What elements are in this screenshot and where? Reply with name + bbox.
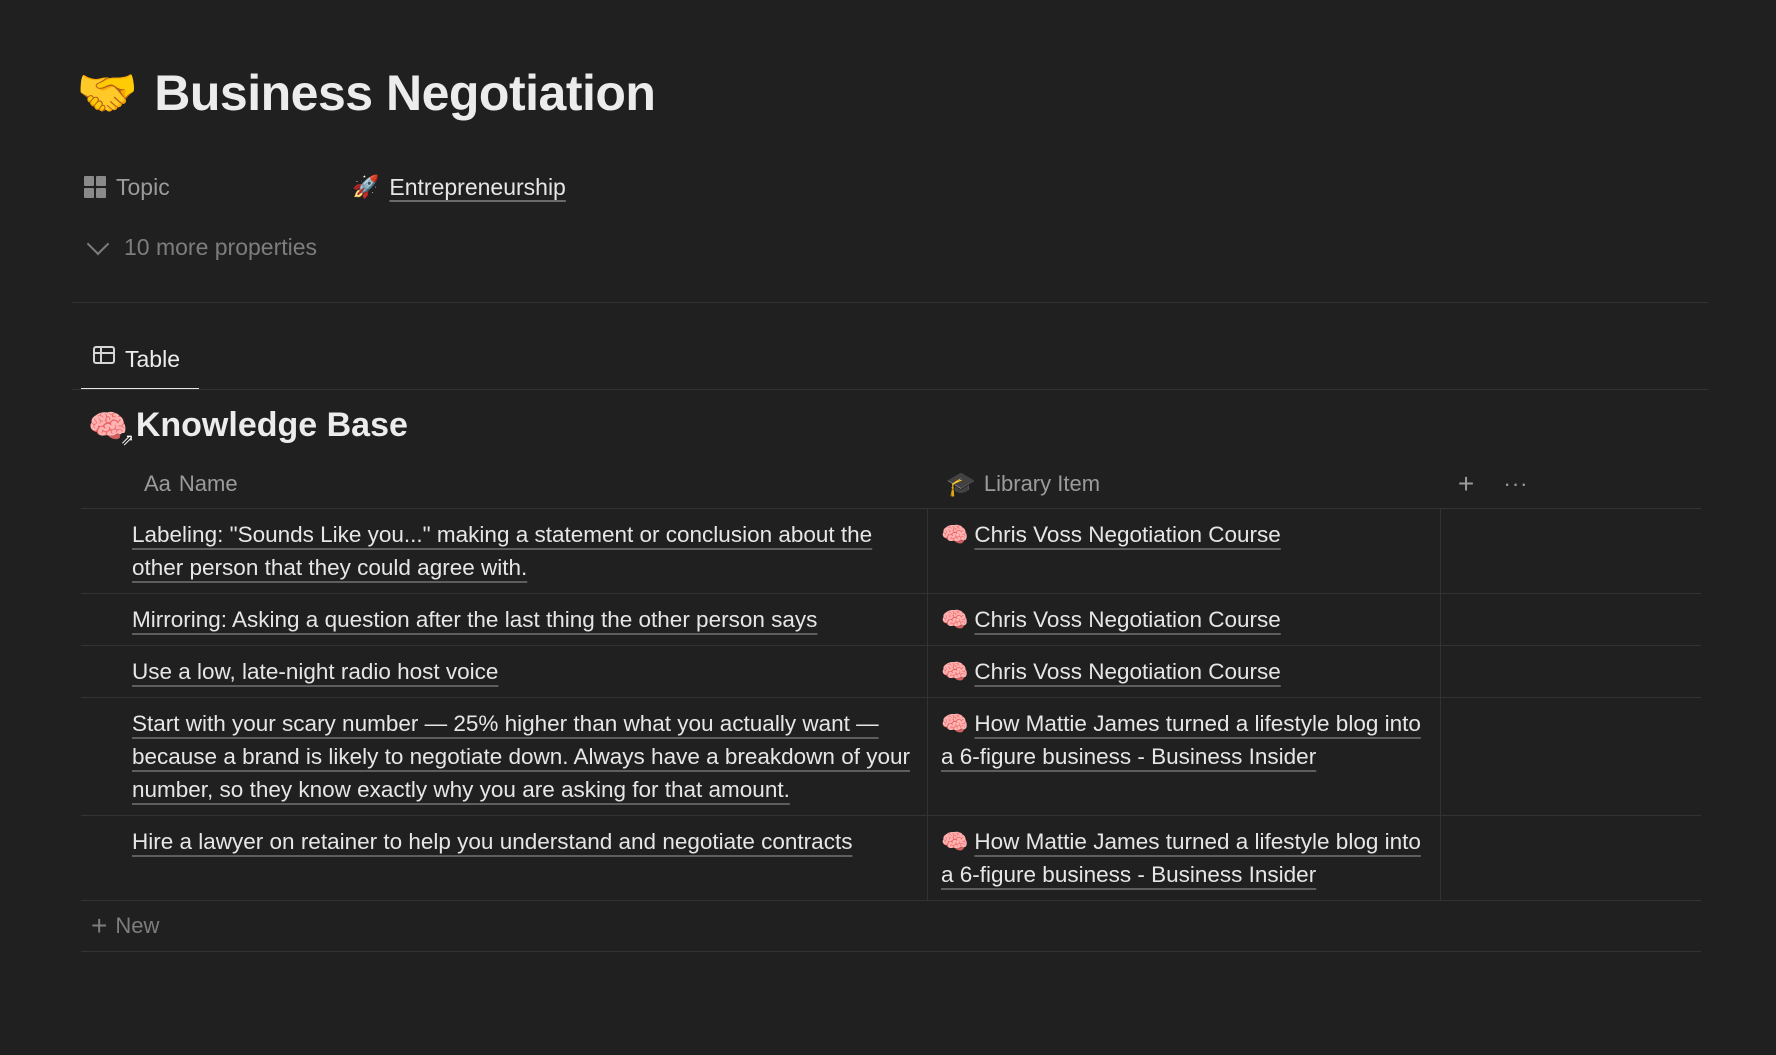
handshake-icon[interactable]: 🤝	[76, 68, 138, 118]
tab-divider	[72, 389, 1708, 390]
cell-name[interactable]: Start with your scary number — 25% highe…	[81, 698, 928, 815]
rocket-icon: 🚀	[352, 174, 380, 199]
cell-empty	[1441, 698, 1701, 815]
tab-table-label: Table	[125, 346, 180, 372]
library-link[interactable]: Chris Voss Negotiation Course	[974, 607, 1280, 632]
row-name[interactable]: Mirroring: Asking a question after the l…	[132, 607, 817, 632]
tab-table[interactable]: Table	[81, 338, 199, 390]
column-library-label: Library Item	[983, 471, 1101, 496]
cell-empty	[1441, 509, 1701, 593]
column-header-library[interactable]: 🎓 Library Item	[928, 470, 1441, 499]
row-name[interactable]: Labeling: "Sounds Like you..." making a …	[132, 522, 872, 580]
cell-empty	[1441, 646, 1701, 697]
brain-icon: 🧠	[941, 607, 969, 632]
more-options-icon[interactable]: ···	[1491, 471, 1541, 497]
property-label-topic[interactable]: Topic	[116, 174, 352, 201]
database-title[interactable]: 🧠 ⇗ Knowledge Base	[88, 406, 408, 449]
cell-library[interactable]: 🧠 Chris Voss Negotiation Course	[928, 594, 1441, 645]
cell-library[interactable]: 🧠 Chris Voss Negotiation Course	[928, 646, 1441, 697]
table-row[interactable]: Hire a lawyer on retainer to help you un…	[81, 816, 1701, 901]
section-divider	[72, 302, 1708, 303]
cell-library[interactable]: 🧠 How Mattie James turned a lifestyle blo…	[928, 698, 1441, 815]
column-actions: + ···	[1441, 468, 1541, 500]
text-type-icon: Aa	[144, 471, 171, 496]
column-name-label: Name	[178, 471, 238, 496]
topic-link[interactable]: Entrepreneurship	[389, 174, 565, 201]
library-link[interactable]: How Mattie James turned a lifestyle blog…	[941, 829, 1421, 887]
cell-empty	[1441, 816, 1701, 900]
table-icon	[93, 346, 115, 364]
library-link[interactable]: Chris Voss Negotiation Course	[974, 659, 1280, 684]
page-title[interactable]: Business Negotiation	[154, 64, 656, 122]
column-header-name[interactable]: Aa Name	[81, 471, 928, 497]
row-name[interactable]: Use a low, late-night radio host voice	[132, 659, 498, 684]
brain-icon: 🧠	[941, 522, 969, 547]
table-row[interactable]: Mirroring: Asking a question after the l…	[81, 594, 1701, 646]
more-properties-label: 10 more properties	[124, 234, 318, 260]
brain-icon: 🧠	[941, 711, 969, 736]
add-new-row-button[interactable]: + New	[81, 901, 1701, 952]
new-row-label: New	[115, 913, 160, 938]
page-header: 🤝 Business Negotiation	[76, 64, 656, 122]
table-header: Aa Name 🎓 Library Item + ···	[81, 460, 1701, 509]
graduation-cap-icon: 🎓	[946, 470, 976, 498]
property-value-topic[interactable]: 🚀 Entrepreneurship	[352, 174, 566, 201]
row-name[interactable]: Start with your scary number — 25% highe…	[132, 711, 910, 802]
cell-library[interactable]: 🧠 Chris Voss Negotiation Course	[928, 509, 1441, 593]
property-topic: Topic 🚀 Entrepreneurship	[84, 170, 566, 204]
add-column-icon[interactable]: +	[1441, 468, 1491, 500]
cell-name[interactable]: Hire a lawyer on retainer to help you un…	[81, 816, 928, 900]
library-link[interactable]: How Mattie James turned a lifestyle blog…	[941, 711, 1421, 769]
more-properties-toggle[interactable]: 10 more properties	[84, 232, 318, 261]
brain-icon: 🧠 ⇗	[88, 407, 134, 449]
knowledge-base-table: Aa Name 🎓 Library Item + ··· Labeling: "…	[81, 460, 1701, 952]
brain-icon: 🧠	[941, 659, 969, 684]
library-link[interactable]: Chris Voss Negotiation Course	[974, 522, 1280, 547]
cell-empty	[1441, 594, 1701, 645]
cell-library[interactable]: 🧠 How Mattie James turned a lifestyle blo…	[928, 816, 1441, 900]
cell-name[interactable]: Mirroring: Asking a question after the l…	[81, 594, 928, 645]
database-name: Knowledge Base	[135, 406, 408, 444]
table-row[interactable]: Use a low, late-night radio host voice 🧠…	[81, 646, 1701, 698]
cell-name[interactable]: Labeling: "Sounds Like you..." making a …	[81, 509, 928, 593]
page: 🤝 Business Negotiation Topic 🚀 Entrepren…	[0, 0, 1776, 1055]
cell-name[interactable]: Use a low, late-night radio host voice	[81, 646, 928, 697]
brain-icon: 🧠	[941, 829, 969, 854]
grid-icon	[84, 176, 106, 198]
linked-arrow-icon: ⇗	[120, 431, 134, 449]
table-row[interactable]: Start with your scary number — 25% highe…	[81, 698, 1701, 816]
chevron-down-icon	[86, 232, 110, 255]
row-name[interactable]: Hire a lawyer on retainer to help you un…	[132, 829, 852, 854]
table-row[interactable]: Labeling: "Sounds Like you..." making a …	[81, 509, 1701, 594]
plus-icon: +	[91, 910, 108, 941]
